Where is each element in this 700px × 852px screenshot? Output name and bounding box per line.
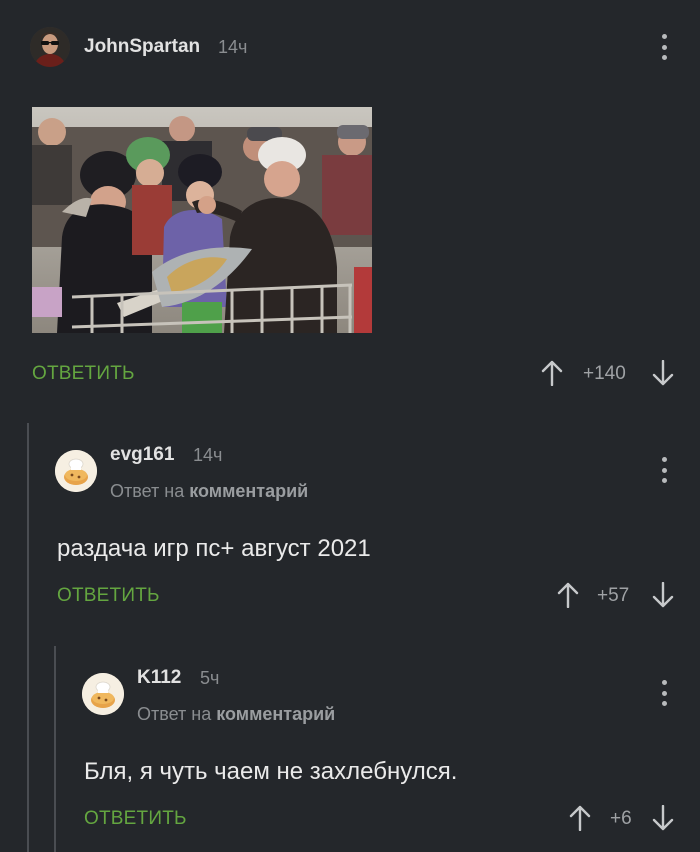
comment1-text: раздача игр пс+ август 2021 xyxy=(57,535,371,562)
thread-line-level-1 xyxy=(27,423,29,852)
thread-line-level-2 xyxy=(54,646,56,852)
comment2-upvote-arrow-up-icon[interactable] xyxy=(569,805,591,831)
post-upvote-arrow-up-icon[interactable] xyxy=(541,360,563,386)
comment2-author-name[interactable]: K112 xyxy=(137,667,181,689)
comment2-reply-button[interactable]: ОТВЕТИТЬ xyxy=(84,808,187,830)
post-reply-button[interactable]: ОТВЕТИТЬ xyxy=(32,363,135,385)
comment2-reply-prefix: Ответ на xyxy=(137,704,212,724)
post-rating: +140 xyxy=(583,363,626,384)
comment2-downvote-arrow-down-icon[interactable] xyxy=(652,805,674,831)
comment2-reply-to: Ответ на комментарий xyxy=(137,704,335,725)
comment2-rating: +6 xyxy=(610,808,632,829)
comment1-avatar-cookie-avatar-icon[interactable] xyxy=(55,450,97,492)
comment2-text: Бля, я чуть чаем не захлебнулся. xyxy=(84,758,458,785)
comment1-rating: +57 xyxy=(597,585,630,606)
comment1-upvote-arrow-up-icon[interactable] xyxy=(557,582,579,608)
post-kebab-menu-icon[interactable] xyxy=(654,34,674,60)
comment2-time: 5ч xyxy=(200,668,220,688)
comment1-author-name[interactable]: evg161 xyxy=(110,444,174,466)
comment1-downvote-arrow-down-icon[interactable] xyxy=(652,582,674,608)
post-downvote-arrow-down-icon[interactable] xyxy=(652,360,674,386)
post-time: 14ч xyxy=(218,37,248,57)
comment2-kebab-menu-icon[interactable] xyxy=(654,680,674,706)
post-author-avatar[interactable] xyxy=(30,27,70,67)
post-image[interactable] xyxy=(32,107,372,333)
comment1-reply-target-link[interactable]: комментарий xyxy=(189,481,308,501)
post-author-name[interactable]: JohnSpartan xyxy=(84,36,200,58)
comment1-reply-prefix: Ответ на xyxy=(110,481,185,501)
comment1-time: 14ч xyxy=(193,445,223,465)
comment1-reply-to: Ответ на комментарий xyxy=(110,481,308,502)
comment2-avatar-cookie-avatar-icon[interactable] xyxy=(82,673,124,715)
comment1-kebab-menu-icon[interactable] xyxy=(654,457,674,483)
comment2-reply-target-link[interactable]: комментарий xyxy=(216,704,335,724)
comment1-reply-button[interactable]: ОТВЕТИТЬ xyxy=(57,585,160,607)
